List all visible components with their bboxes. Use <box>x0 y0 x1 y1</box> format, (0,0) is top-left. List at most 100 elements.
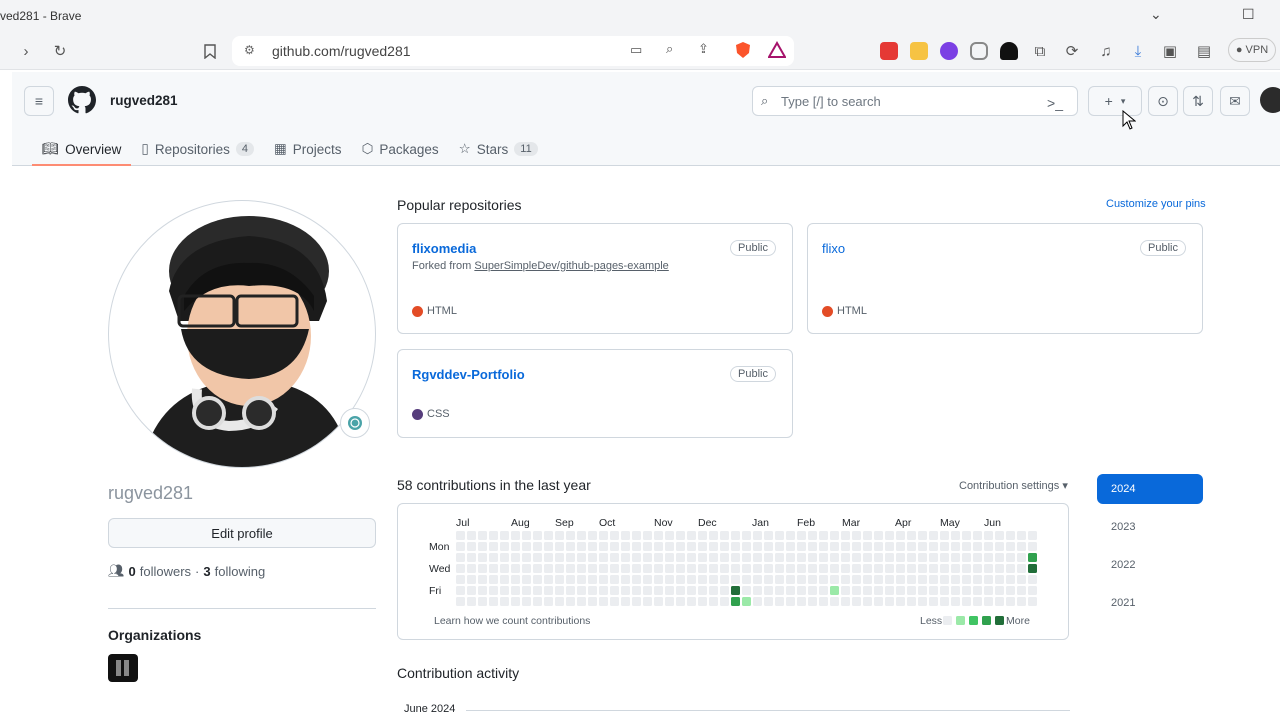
contribution-day-cell[interactable] <box>962 575 971 584</box>
contribution-day-cell[interactable] <box>511 575 520 584</box>
organization-avatar[interactable] <box>108 654 138 682</box>
contribution-day-cell[interactable] <box>555 564 564 573</box>
contribution-day-cell[interactable] <box>599 575 608 584</box>
contribution-day-cell[interactable] <box>478 575 487 584</box>
contribution-day-cell[interactable] <box>808 542 817 551</box>
contribution-day-cell[interactable] <box>610 586 619 595</box>
extensions-puzzle-icon[interactable]: ⧉ <box>1030 41 1050 61</box>
tab-overview[interactable]: 📖︎ Overview <box>32 134 132 166</box>
contribution-day-cell[interactable] <box>731 553 740 562</box>
chevron-down-icon[interactable]: ⌄ <box>1150 6 1162 23</box>
contribution-day-cell[interactable] <box>533 553 542 562</box>
contribution-day-cell[interactable] <box>819 586 828 595</box>
year-2021[interactable]: 2021 <box>1097 588 1203 618</box>
contribution-day-cell[interactable] <box>786 586 795 595</box>
contribution-day-cell[interactable] <box>786 564 795 573</box>
contribution-day-cell[interactable] <box>566 575 575 584</box>
sidebar-toggle-icon[interactable]: ▣ <box>1160 41 1180 61</box>
contribution-day-cell[interactable] <box>555 542 564 551</box>
contribution-day-cell[interactable] <box>885 597 894 606</box>
contribution-day-cell[interactable] <box>654 586 663 595</box>
contribution-day-cell[interactable] <box>786 575 795 584</box>
contribution-day-cell[interactable] <box>632 575 641 584</box>
year-2023[interactable]: 2023 <box>1097 512 1203 542</box>
contribution-day-cell[interactable] <box>852 597 861 606</box>
contribution-day-cell[interactable] <box>698 597 707 606</box>
zoom-icon[interactable]: ⌕ <box>666 41 673 57</box>
contribution-day-cell[interactable] <box>588 531 597 540</box>
contribution-day-cell[interactable] <box>874 531 883 540</box>
contribution-day-cell[interactable] <box>467 553 476 562</box>
contribution-day-cell[interactable] <box>753 542 762 551</box>
forward-icon[interactable]: › <box>16 41 36 61</box>
extension-shield-icon[interactable] <box>970 42 988 60</box>
contribution-day-cell[interactable] <box>687 553 696 562</box>
contribution-day-cell[interactable] <box>962 597 971 606</box>
contribution-day-cell[interactable] <box>698 542 707 551</box>
contribution-day-cell[interactable] <box>467 531 476 540</box>
contribution-day-cell[interactable] <box>544 586 553 595</box>
status-emoji-button[interactable] <box>340 408 370 438</box>
contribution-day-cell[interactable] <box>687 564 696 573</box>
repo-name-link[interactable]: flixomedia <box>412 241 476 256</box>
contribution-day-cell[interactable] <box>962 553 971 562</box>
contribution-day-cell[interactable] <box>929 575 938 584</box>
contribution-day-cell[interactable] <box>621 553 630 562</box>
contribution-day-cell[interactable] <box>577 586 586 595</box>
contribution-day-cell[interactable] <box>852 564 861 573</box>
share-icon[interactable]: ⇪ <box>698 41 709 57</box>
contribution-day-cell[interactable] <box>1028 597 1037 606</box>
pull-requests-button[interactable]: ⇅ <box>1183 86 1213 116</box>
contribution-day-cell[interactable] <box>588 575 597 584</box>
following-link[interactable]: following <box>215 564 266 579</box>
contribution-day-cell[interactable] <box>797 575 806 584</box>
contribution-day-cell[interactable] <box>588 586 597 595</box>
contribution-day-cell[interactable] <box>654 531 663 540</box>
tab-projects[interactable]: ▦ Projects <box>264 134 352 164</box>
contribution-day-cell[interactable] <box>731 564 740 573</box>
contribution-day-cell[interactable] <box>775 597 784 606</box>
contribution-day-cell[interactable] <box>852 542 861 551</box>
contribution-day-cell[interactable] <box>742 542 751 551</box>
contribution-day-cell[interactable] <box>940 564 949 573</box>
extension-pen-icon[interactable] <box>910 42 928 60</box>
contribution-day-cell[interactable] <box>676 542 685 551</box>
contribution-day-cell[interactable] <box>709 531 718 540</box>
brave-rewards-icon[interactable] <box>767 40 787 59</box>
contribution-day-cell[interactable] <box>588 553 597 562</box>
contribution-day-cell[interactable] <box>775 564 784 573</box>
contribution-day-cell[interactable] <box>577 553 586 562</box>
contribution-day-cell[interactable] <box>819 564 828 573</box>
contribution-day-cell[interactable] <box>489 586 498 595</box>
vpn-button[interactable]: ● VPN <box>1228 38 1276 62</box>
contribution-day-cell[interactable] <box>522 553 531 562</box>
contribution-day-cell[interactable] <box>830 597 839 606</box>
contribution-day-cell[interactable] <box>676 553 685 562</box>
contribution-day-cell[interactable] <box>830 586 839 595</box>
contribution-day-cell[interactable] <box>1006 542 1015 551</box>
contribution-day-cell[interactable] <box>951 553 960 562</box>
contribution-day-cell[interactable] <box>687 586 696 595</box>
contribution-day-cell[interactable] <box>555 586 564 595</box>
contribution-day-cell[interactable] <box>742 553 751 562</box>
contribution-day-cell[interactable] <box>753 553 762 562</box>
contribution-day-cell[interactable] <box>995 597 1004 606</box>
contribution-day-cell[interactable] <box>1028 586 1037 595</box>
contribution-day-cell[interactable] <box>1028 542 1037 551</box>
contribution-day-cell[interactable] <box>621 564 630 573</box>
contribution-day-cell[interactable] <box>907 542 916 551</box>
contribution-day-cell[interactable] <box>599 586 608 595</box>
contribution-day-cell[interactable] <box>885 564 894 573</box>
contribution-day-cell[interactable] <box>720 531 729 540</box>
contribution-day-cell[interactable] <box>456 586 465 595</box>
cast-icon[interactable]: ▭ <box>630 42 642 58</box>
contribution-day-cell[interactable] <box>599 531 608 540</box>
contribution-day-cell[interactable] <box>951 542 960 551</box>
contribution-day-cell[interactable] <box>929 553 938 562</box>
contribution-day-cell[interactable] <box>852 575 861 584</box>
contribution-day-cell[interactable] <box>731 542 740 551</box>
contribution-day-cell[interactable] <box>621 542 630 551</box>
contribution-day-cell[interactable] <box>555 597 564 606</box>
contribution-day-cell[interactable] <box>797 564 806 573</box>
year-2024[interactable]: 2024 <box>1097 474 1203 504</box>
